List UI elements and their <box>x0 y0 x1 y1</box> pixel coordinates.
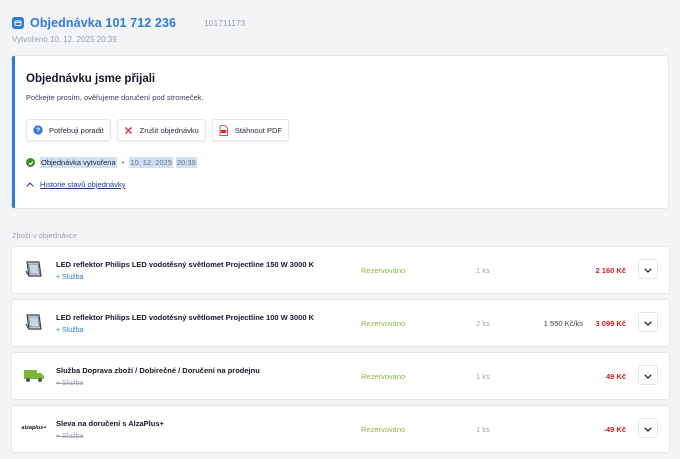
item-status: Rezervováno <box>361 372 406 381</box>
item-service-link: + Služba <box>56 380 84 387</box>
expand-item-button[interactable] <box>638 259 658 279</box>
order-title-row: Objednávka 101 712 236 101711173 <box>12 16 245 30</box>
timeline-separator: • <box>121 158 125 167</box>
item-name[interactable]: LED reflektor Philips LED vodotěsný svět… <box>56 313 314 322</box>
item-service-link: + Služba <box>56 433 84 440</box>
expand-item-button[interactable] <box>638 312 658 332</box>
chevron-down-icon <box>644 260 652 278</box>
timeline-date: 10. 12. 2025 <box>129 157 173 168</box>
item-service-link[interactable]: + Služba <box>56 274 83 281</box>
order-title: Objednávka 101 712 236 <box>30 16 177 30</box>
item-quantity: 2 ks <box>476 319 490 328</box>
order-item: alzaplus+ Sleva na doručení s AlzaPlus+ … <box>12 406 669 452</box>
alzaplus-logo-icon: alzaplus+ <box>21 417 47 439</box>
truck-icon <box>23 364 45 386</box>
order-created-date: Vytvořeno 10. 12. 2025 20:39 <box>12 35 117 44</box>
alzaplus-logo-text: alzaplus+ <box>21 425 47 431</box>
order-item: LED reflektor Philips LED vodotěsný svět… <box>12 247 669 293</box>
cancel-order-label: Zrušit objednávku <box>139 125 199 135</box>
order-header: Objednávka 101 712 236 101711173 Vytvoře… <box>12 16 245 44</box>
item-name[interactable]: Sleva na doručení s AlzaPlus+ <box>56 419 164 428</box>
status-timeline: Objednávka vytvořena • 10. 12. 2025 20:3… <box>26 157 197 168</box>
download-pdf-button[interactable]: Stáhnout PDF <box>211 119 289 141</box>
history-link-label: Historie stavů objednávky <box>40 180 126 189</box>
svg-text:?: ? <box>36 127 40 134</box>
item-price: 49 Kč <box>605 372 626 381</box>
item-status: Rezervováno <box>361 319 406 328</box>
item-status: Rezervováno <box>361 266 406 275</box>
item-service-link[interactable]: + Služba <box>56 327 83 334</box>
item-price: 2 160 Kč <box>595 266 626 275</box>
floodlight-icon <box>23 258 45 280</box>
order-item: Služba Doprava zboží / Dobirečné / Doruč… <box>12 353 669 399</box>
check-circle-icon <box>26 158 35 167</box>
chevron-down-icon <box>644 419 652 437</box>
help-button-label: Potřebuji poradit <box>49 125 104 135</box>
chevron-down-icon <box>644 313 652 331</box>
chevron-down-icon <box>644 366 652 384</box>
help-button[interactable]: ? Potřebuji poradit <box>26 119 111 141</box>
pdf-file-icon <box>219 124 229 136</box>
item-price: -49 Kč <box>603 425 626 434</box>
items-section-title: Zboží v objednávce <box>12 231 78 240</box>
order-status-card: Objednávku jsme přijali Počkejte prosím,… <box>12 56 668 208</box>
status-subtitle: Počkejte prosím, ověřujeme doručení pod … <box>26 93 204 102</box>
item-status: Rezervováno <box>361 425 406 434</box>
item-price: 3 099 Kč <box>595 319 626 328</box>
status-title: Objednávku jsme přijali <box>26 73 156 85</box>
download-pdf-label: Stáhnout PDF <box>234 125 282 135</box>
order-box-icon <box>12 17 24 29</box>
expand-item-button[interactable] <box>638 418 658 438</box>
item-quantity: 1 ks <box>476 425 490 434</box>
close-icon <box>124 125 134 135</box>
cancel-order-button[interactable]: Zrušit objednávku <box>116 119 206 141</box>
item-unit-price: 1 550 Kč/ks <box>543 319 583 328</box>
item-name[interactable]: LED reflektor Philips LED vodotěsný svět… <box>56 260 314 269</box>
item-quantity: 1 ks <box>476 266 490 275</box>
item-name[interactable]: Služba Doprava zboží / Dobirečné / Doruč… <box>56 366 260 375</box>
timeline-label: Objednávka vytvořena <box>40 157 117 168</box>
expand-item-button[interactable] <box>638 365 658 385</box>
timeline-time: 20:39 <box>176 157 197 168</box>
order-item: LED reflektor Philips LED vodotěsný svět… <box>12 300 669 346</box>
order-code: 101711173 <box>204 18 246 28</box>
question-icon: ? <box>33 125 43 135</box>
chevron-up-icon <box>26 180 34 189</box>
item-quantity: 1 ks <box>476 372 490 381</box>
history-link[interactable]: Historie stavů objednávky <box>26 180 125 189</box>
floodlight-icon <box>23 311 45 333</box>
status-actions: ? Potřebuji poradit Zrušit objednávku St… <box>26 119 295 141</box>
